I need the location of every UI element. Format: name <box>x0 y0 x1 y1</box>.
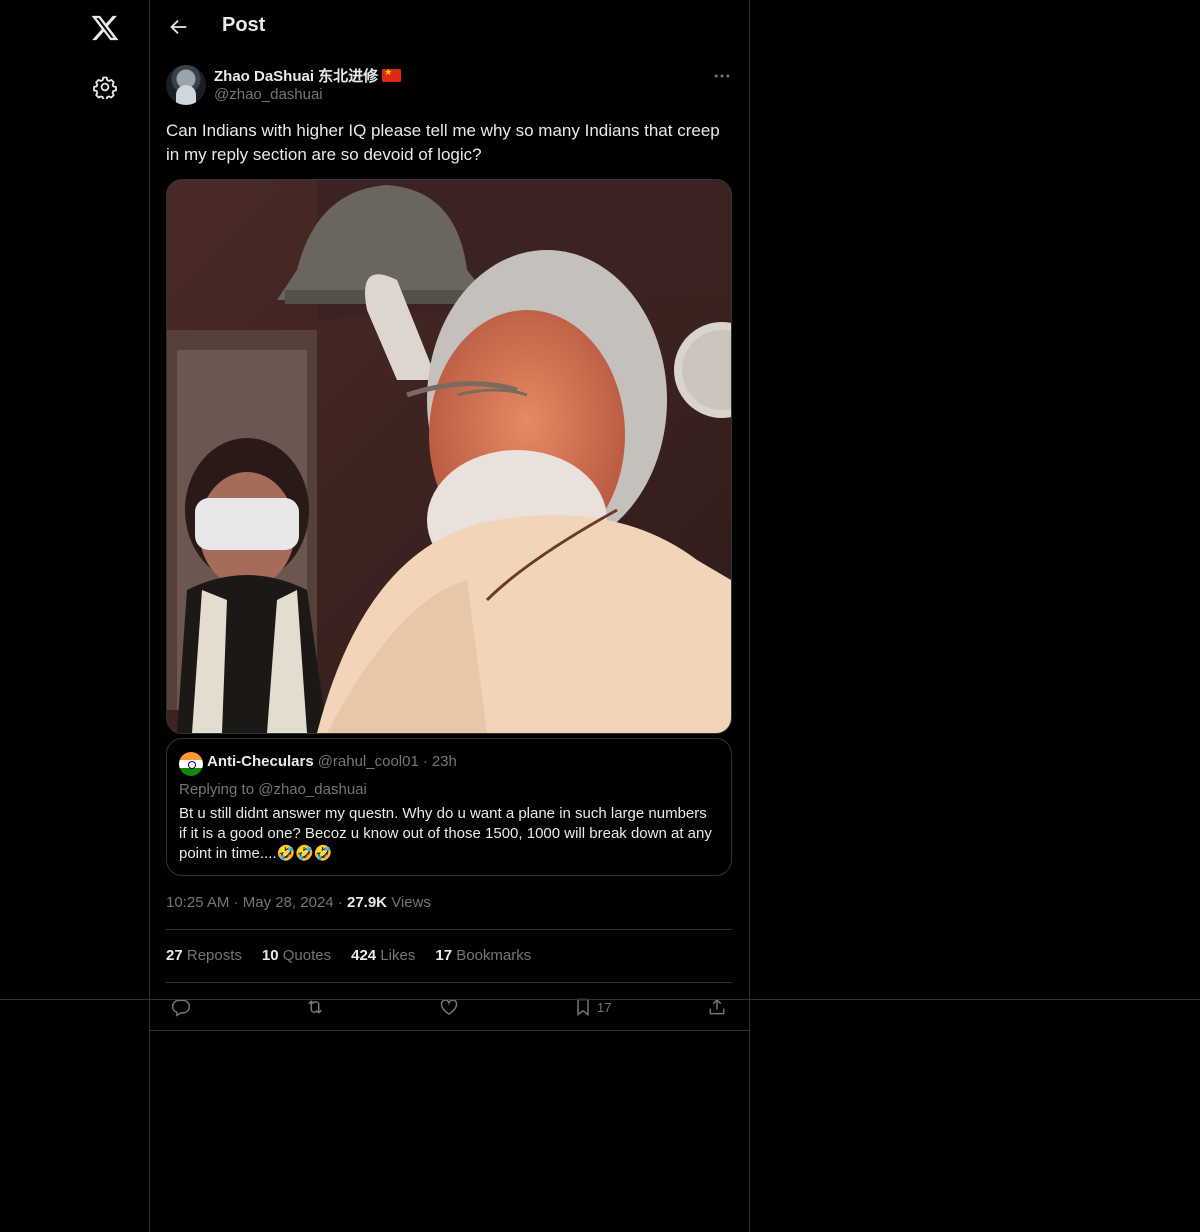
avatar[interactable] <box>166 65 206 105</box>
reposts-label: Reposts <box>186 947 242 964</box>
column-bottom-border <box>150 1030 749 1031</box>
reposts-count: 27 <box>166 947 183 964</box>
quoted-text: Bt u still didnt answer my questn. Why d… <box>179 805 712 862</box>
likes-count: 424 <box>351 947 377 964</box>
separator-dot: · <box>422 753 428 770</box>
divider <box>166 982 732 983</box>
quoted-author-handle: @rahul_cool01 <box>317 753 419 770</box>
meta-dot: · <box>337 894 347 911</box>
bookmarks-label: Bookmarks <box>456 947 532 964</box>
repost-icon <box>308 1000 322 1014</box>
bookmarks-stat[interactable]: 17 Bookmarks <box>435 947 531 964</box>
heart-icon <box>440 999 458 1015</box>
author-name[interactable]: Zhao DaShuai 东北进修 <box>214 65 378 86</box>
gear-icon[interactable] <box>93 75 117 99</box>
views-label: Views <box>391 894 431 911</box>
quoted-header: Anti-Checulars @rahul_cool01 · 23h <box>207 753 457 770</box>
tweet-text: Can Indians with higher IQ please tell m… <box>166 121 720 164</box>
arrow-left-icon[interactable] <box>167 16 189 38</box>
author-handle[interactable]: @zhao_dashuai <box>214 86 323 103</box>
page-title: Post <box>222 14 266 36</box>
more-options-icon[interactable] <box>712 66 732 86</box>
quoted-tweet[interactable]: Anti-Checulars @rahul_cool01 · 23h Reply… <box>166 738 732 876</box>
tweet-media[interactable] <box>166 179 732 734</box>
likes-label: Likes <box>380 947 416 964</box>
post-meta: 10:25 AM · May 28, 2024 · 27.9K Views <box>166 894 431 911</box>
china-flag-icon <box>382 67 402 82</box>
left-nav <box>0 0 149 1232</box>
india-flag-icon <box>179 752 203 776</box>
post-date[interactable]: May 28, 2024 <box>243 894 334 911</box>
replying-to: Replying to @zhao_dashuai <box>179 781 367 798</box>
engagement-stats: 27 Reposts 10 Quotes 424 Likes 17 Bookma… <box>166 947 531 964</box>
quoted-author-name: Anti-Checulars <box>207 753 314 770</box>
divider <box>166 929 732 930</box>
quotes-stat[interactable]: 10 Quotes <box>262 947 331 964</box>
bookmark-icon <box>577 998 589 1016</box>
bookmark-count: 17 <box>597 999 612 1015</box>
quotes-count: 10 <box>261 947 279 964</box>
reply-icon <box>171 999 191 1017</box>
quoted-age: 23h <box>431 753 457 770</box>
bookmarks-count: 17 <box>435 947 453 964</box>
media-photo <box>167 180 731 733</box>
post-time[interactable]: 10:25 AM <box>166 894 229 911</box>
meta-dot: · <box>233 894 243 911</box>
post-column: Post Zhao DaShuai 东北进修 @zhao_dashuai Can… <box>149 0 750 1232</box>
likes-stat[interactable]: 424 Likes <box>351 947 415 964</box>
quotes-label: Quotes <box>282 947 332 964</box>
x-logo-icon[interactable] <box>90 13 120 43</box>
horizontal-rule <box>0 999 1200 1000</box>
reposts-stat[interactable]: 27 Reposts <box>166 947 242 964</box>
post-header: Post <box>150 0 749 54</box>
author-row: Zhao DaShuai 东北进修 <box>214 65 402 86</box>
share-icon <box>709 998 725 1015</box>
views-count: 27.9K <box>346 894 388 911</box>
